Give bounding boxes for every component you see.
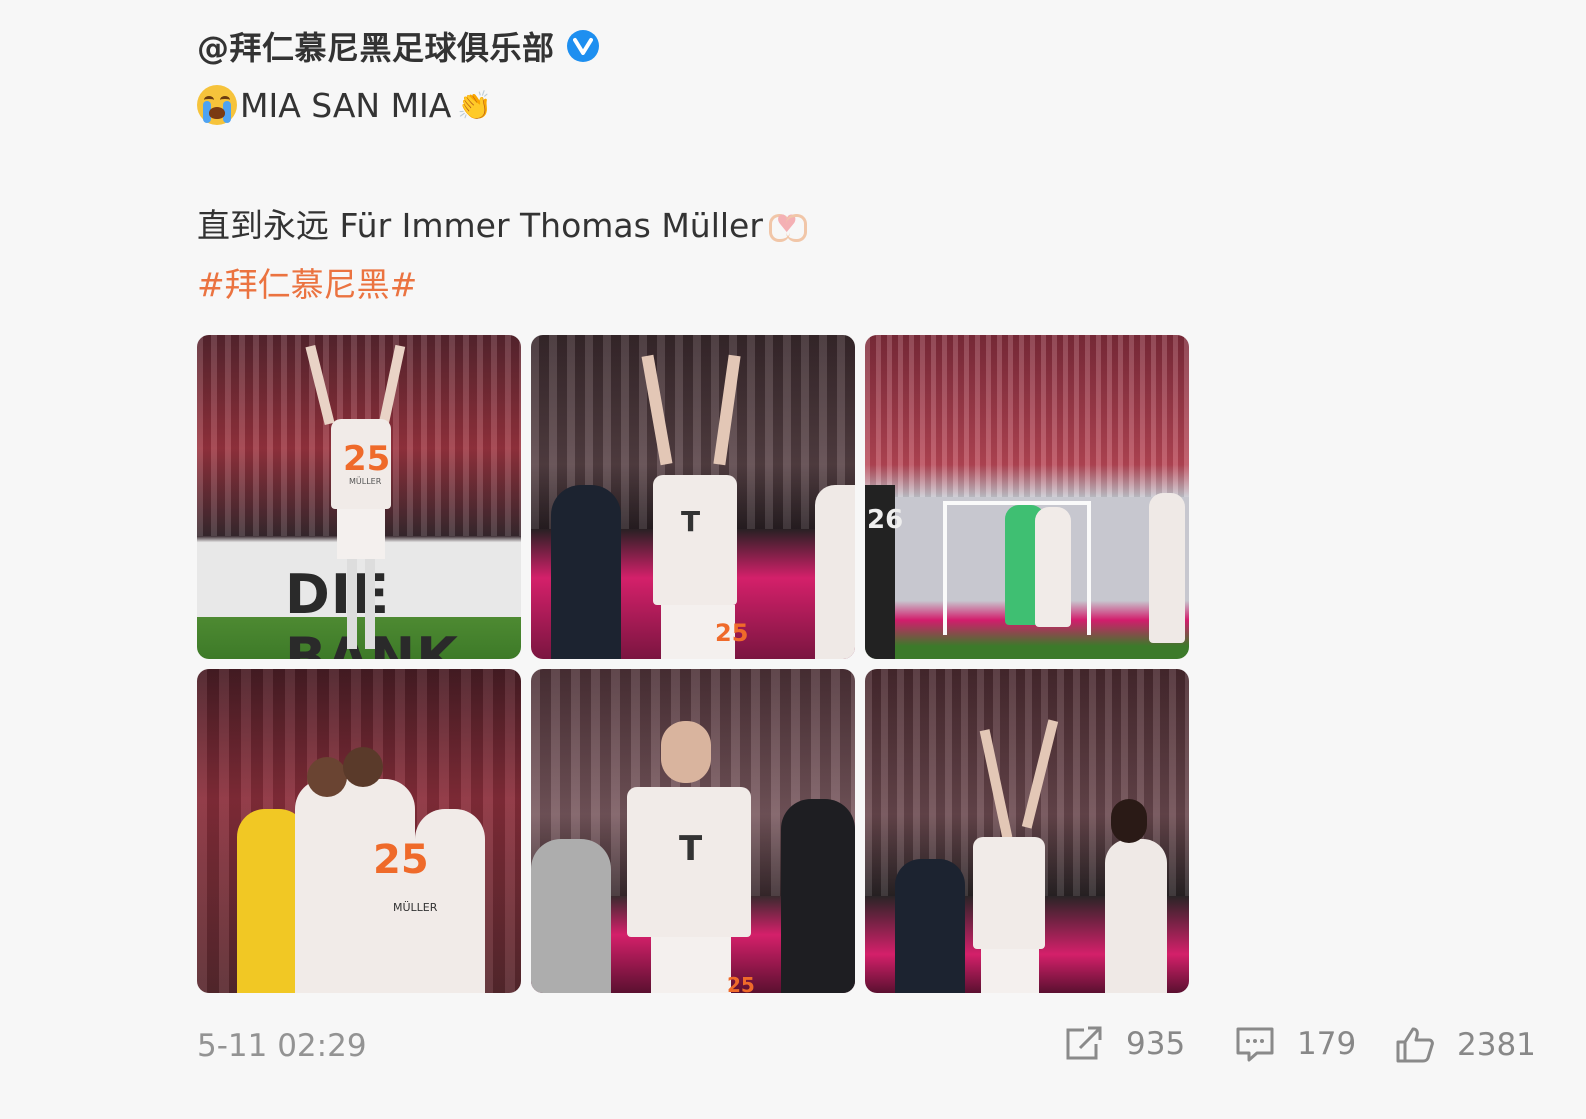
photo-1-jersey-number: 25 xyxy=(343,439,391,479)
photo-1-name-text: MÜLLER xyxy=(349,477,382,486)
like-button[interactable]: 2381 xyxy=(1395,1026,1536,1064)
photo-3[interactable]: 26 xyxy=(865,335,1189,659)
post-text-forever-muller: 直到永远 Für Immer Thomas Müller xyxy=(197,206,763,245)
share-icon xyxy=(1066,1026,1102,1060)
share-button[interactable]: 935 xyxy=(1064,1026,1185,1062)
post-text-line2: 直到永远 Für Immer Thomas Müller ♥ xyxy=(197,198,807,248)
weibo-post: @拜仁慕尼黑足球俱乐部 MIA SAN MIA 👏 直到永远 Für Immer… xyxy=(197,0,1537,1119)
post-author: @拜仁慕尼黑足球俱乐部 xyxy=(197,23,599,69)
post-time[interactable]: 5-11 02:29 xyxy=(197,1028,367,1064)
hashtag-link[interactable]: #拜仁慕尼黑# xyxy=(197,258,417,306)
clapping-hands-emoji-icon: 👏 xyxy=(457,88,493,122)
author-name[interactable]: @拜仁慕尼黑足球俱乐部 xyxy=(197,23,555,69)
comment-count: 179 xyxy=(1297,1026,1357,1062)
post-text-line1: MIA SAN MIA 👏 xyxy=(197,80,492,130)
crying-face-emoji-icon xyxy=(197,85,237,125)
photo-3-jersey-number: 26 xyxy=(867,505,904,535)
photo-2[interactable]: T 25 xyxy=(531,335,855,659)
thumbs-up-icon xyxy=(1396,1027,1434,1063)
comment-icon xyxy=(1236,1027,1274,1062)
photo-6[interactable] xyxy=(865,669,1189,993)
photo-4-jersey-number: 25 xyxy=(373,837,429,883)
photo-2-jersey-number: 25 xyxy=(715,619,749,647)
heart-hands-emoji-icon: ♥ xyxy=(768,208,807,242)
photo-1[interactable]: DIE BANK 25 MÜLLER xyxy=(197,335,521,659)
like-count: 2381 xyxy=(1457,1027,1536,1063)
photo-4[interactable]: 25 MÜLLER xyxy=(197,669,521,993)
post-footer: 5-11 02:29 935 179 2381 xyxy=(197,1022,1537,1072)
comment-button[interactable]: 179 xyxy=(1235,1026,1356,1062)
photo-grid: DIE BANK 25 MÜLLER T 25 xyxy=(197,335,1191,995)
verified-icon xyxy=(566,30,599,62)
photo-5-jersey-number: 25 xyxy=(727,973,755,993)
photo-4-name-text: MÜLLER xyxy=(393,901,438,914)
post-text-mia-san-mia: MIA SAN MIA xyxy=(240,85,452,125)
photo-1-board-text: DIE BANK xyxy=(285,563,458,659)
share-count: 935 xyxy=(1126,1026,1186,1062)
photo-5[interactable]: T 25 xyxy=(531,669,855,993)
